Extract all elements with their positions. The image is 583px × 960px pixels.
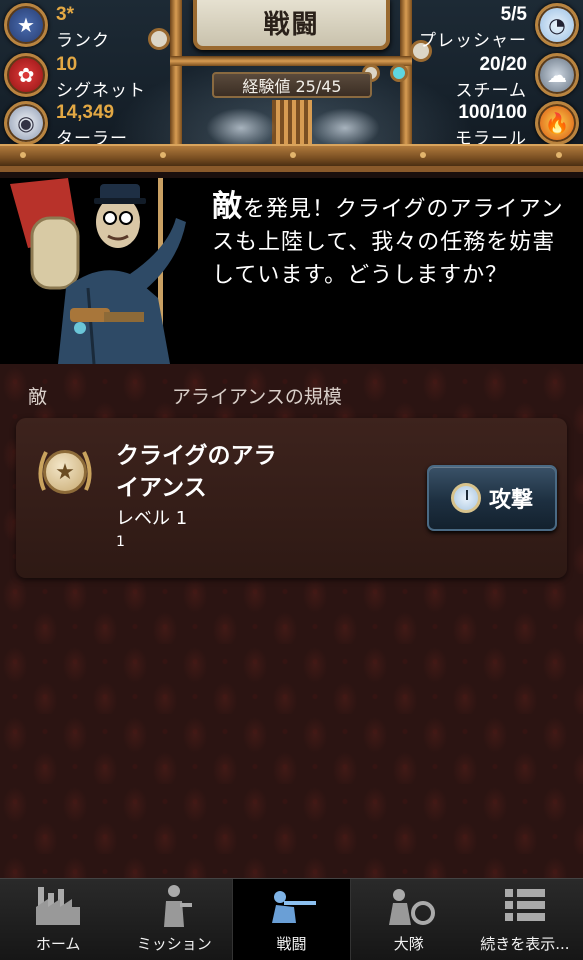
steam-puff (310, 108, 380, 148)
stat-label: スチーム (455, 81, 527, 101)
nav-missions[interactable]: ミッション (116, 879, 232, 960)
stat-rank[interactable]: ★ 3* ランク (4, 2, 204, 51)
story-first-char: 敵 (212, 189, 243, 224)
nav-label: 続きを表示... (480, 935, 570, 953)
experience-bar: 経験値 25/45 (212, 72, 372, 98)
nav-battalion[interactable]: 大隊 (351, 879, 467, 960)
stopwatch-icon (450, 483, 481, 513)
stat-value: 5/5 (500, 4, 527, 25)
story-message: 敵を発見！クライグのアライアンスも上陸して、我々の任務を妨害しています。どうしま… (212, 190, 572, 292)
attack-button[interactable]: 攻撃 (427, 465, 557, 531)
enemy-name: クライグのアライアンス (116, 443, 277, 501)
stat-value: 3* (56, 4, 74, 25)
enemy-alliance-size: 1 (116, 534, 125, 550)
signet-seal-icon: ✿ (4, 53, 48, 97)
stat-label: ランク (56, 31, 110, 51)
nav-label: 戦闘 (276, 935, 307, 953)
screen-title-plate: 戦闘 (193, 0, 390, 50)
enemy-card: ★ クライグのアライアンス レベル 1 1 攻撃 (16, 418, 567, 578)
stat-morale[interactable]: 🔥 100/100 モラール (379, 100, 579, 149)
column-header-enemy: 敵 (28, 386, 48, 408)
stat-label: シグネット (56, 81, 146, 101)
stat-value: 10 (56, 54, 78, 75)
stat-value: 14,349 (56, 102, 115, 123)
stat-steam[interactable]: ☁ 20/20 スチーム (379, 52, 579, 101)
rivet (290, 152, 296, 158)
list-icon (498, 881, 552, 929)
rivet (160, 152, 166, 158)
morale-flame-icon: 🔥 (535, 101, 579, 145)
rivet (20, 152, 26, 158)
stat-pressure[interactable]: ◔ 5/5 プレッシャー (379, 2, 579, 51)
column-header-alliance-size: アライアンスの規模 (172, 386, 342, 408)
nav-home[interactable]: ホーム (0, 879, 116, 960)
battle-list: 敵 アライアンスの規模 ★ クライグのアライアンス レベル 1 1 攻撃 (0, 364, 583, 878)
bottom-nav: ホーム ミッション 戦闘 大隊 続きを表示... (0, 878, 583, 960)
rank-medal-icon: ★ (4, 3, 48, 47)
enemy-level: レベル 1 (116, 508, 188, 529)
page-title: 戦闘 (263, 8, 320, 39)
sniper-icon (265, 881, 319, 929)
nav-label: 大隊 (393, 935, 424, 953)
pressure-gauge-icon: ◔ (535, 3, 579, 47)
factory-icon (31, 881, 85, 929)
rivet (420, 152, 426, 158)
laurel-icon (38, 451, 92, 491)
stat-value: 20/20 (479, 54, 527, 75)
story-banner: 敵を発見！クライグのアライアンスも上陸して、我々の任務を妨害しています。どうしま… (0, 178, 583, 364)
nav-more[interactable]: 続きを表示... (467, 879, 583, 960)
status-header: 戦闘 経験値 25/45 ★ 3* ランク ✿ 10 シグネット ◉ 14,34… (0, 0, 583, 172)
steam-puff (206, 108, 276, 148)
stat-value: 100/100 (458, 102, 527, 123)
stat-signet[interactable]: ✿ 10 シグネット (4, 52, 204, 101)
thaler-coin-icon: ◉ (4, 101, 48, 145)
rivet (556, 152, 562, 158)
brass-rail (0, 144, 583, 166)
nav-label: ミッション (136, 935, 212, 953)
battalion-icon (382, 881, 436, 929)
story-body: を発見！クライグのアライアンスも上陸して、我々の任務を妨害しています。どうします… (212, 197, 564, 288)
officer-portrait (10, 178, 186, 364)
enemy-rank-badge: ★ (34, 444, 96, 500)
stat-thaler[interactable]: ◉ 14,349 ターラー (4, 100, 204, 149)
stat-label: プレッシャー (419, 31, 527, 51)
nav-battle[interactable]: 戦闘 (232, 879, 351, 960)
steam-icon: ☁ (535, 53, 579, 97)
attack-button-label: 攻撃 (488, 488, 533, 513)
soldier-icon (147, 881, 201, 929)
nav-label: ホーム (35, 935, 81, 953)
